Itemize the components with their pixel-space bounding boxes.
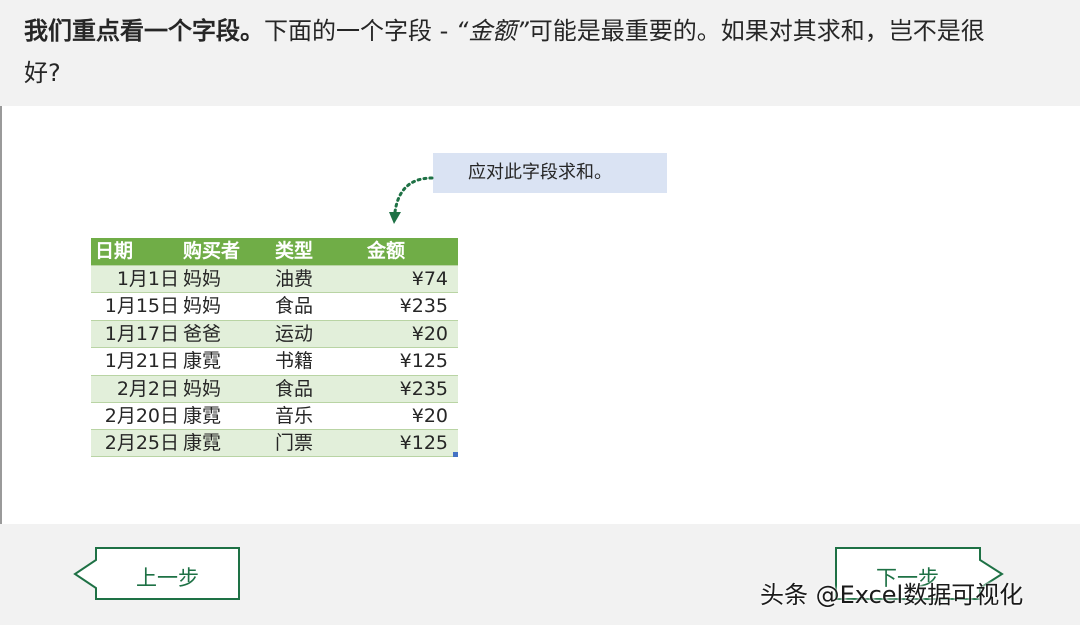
prev-button[interactable]: 上一步 [136,562,199,592]
cell-amount[interactable]: ¥125 [367,430,458,455]
cell-amount[interactable]: ¥235 [367,376,458,402]
cell-date[interactable]: 2月25日 [91,430,183,455]
table-row: 2月2日 妈妈 食品 ¥235 [91,374,458,402]
cell-amount[interactable]: ¥20 [367,403,458,429]
column-header-amount[interactable]: 金额 [367,238,458,265]
cell-type[interactable]: 门票 [275,430,367,455]
cell-date[interactable]: 2月2日 [91,376,183,402]
cell-type[interactable]: 食品 [275,376,367,402]
table-row: 2月25日 康霓 门票 ¥125 [91,429,458,457]
cell-amount[interactable]: ¥235 [367,293,458,319]
instruction-bold: 我们重点看一个字段。 [24,17,264,45]
instruction-lead: 下面的一个字段 - [264,17,456,45]
cell-buyer[interactable]: 妈妈 [183,376,275,402]
instruction-field: “金额” [455,17,529,45]
cell-buyer[interactable]: 爸爸 [183,321,275,347]
callout-text: 应对此字段求和。 [468,162,612,183]
cell-amount[interactable]: ¥74 [367,266,458,292]
cell-date[interactable]: 1月21日 [91,348,183,374]
table-row: 1月21日 康霓 书籍 ¥125 [91,347,458,375]
cell-date[interactable]: 2月20日 [91,403,183,429]
cell-type[interactable]: 运动 [275,321,367,347]
table-header-row: 日期 购买者 类型 金额 [91,238,458,265]
watermark-text: 头条 @Excel数据可视化 [760,581,1024,609]
cell-date[interactable]: 1月17日 [91,321,183,347]
cell-buyer[interactable]: 妈妈 [183,266,275,292]
column-header-date[interactable]: 日期 [91,238,183,265]
cell-amount[interactable]: ¥20 [367,321,458,347]
table-row: 1月1日 妈妈 油费 ¥74 [91,265,458,293]
cell-amount[interactable]: ¥125 [367,348,458,374]
table-row: 1月17日 爸爸 运动 ¥20 [91,319,458,348]
instruction-header: 我们重点看一个字段。下面的一个字段 - “金额”可能是最重要的。如果对其求和，岂… [0,0,1080,106]
cell-buyer[interactable]: 妈妈 [183,293,275,319]
table-row: 2月20日 康霓 音乐 ¥20 [91,401,458,430]
table-resize-handle[interactable] [453,452,458,457]
cell-date[interactable]: 1月15日 [91,293,183,319]
table-row: 1月15日 妈妈 食品 ¥235 [91,292,458,320]
cell-type[interactable]: 食品 [275,293,367,319]
callout-box: 应对此字段求和。 [433,153,667,193]
purchase-table: 日期 购买者 类型 金额 1月1日 妈妈 油费 ¥74 1月15日 妈妈 食品 … [91,238,458,457]
cell-type[interactable]: 油费 [275,266,367,292]
column-header-type[interactable]: 类型 [275,238,367,265]
cell-buyer[interactable]: 康霓 [183,348,275,374]
dotted-arrow-icon [389,176,434,224]
instruction-rest-line2: 好? [24,59,61,87]
instruction-text: 我们重点看一个字段。下面的一个字段 - “金额”可能是最重要的。如果对其求和，岂… [24,10,1054,94]
cell-buyer[interactable]: 康霓 [183,403,275,429]
cell-type[interactable]: 音乐 [275,403,367,429]
cell-date[interactable]: 1月1日 [91,266,183,292]
cell-type[interactable]: 书籍 [275,348,367,374]
instruction-rest: 可能是最重要的。如果对其求和，岂不是很 [528,17,985,45]
cell-buyer[interactable]: 康霓 [183,430,275,455]
column-header-buyer[interactable]: 购买者 [183,238,275,265]
